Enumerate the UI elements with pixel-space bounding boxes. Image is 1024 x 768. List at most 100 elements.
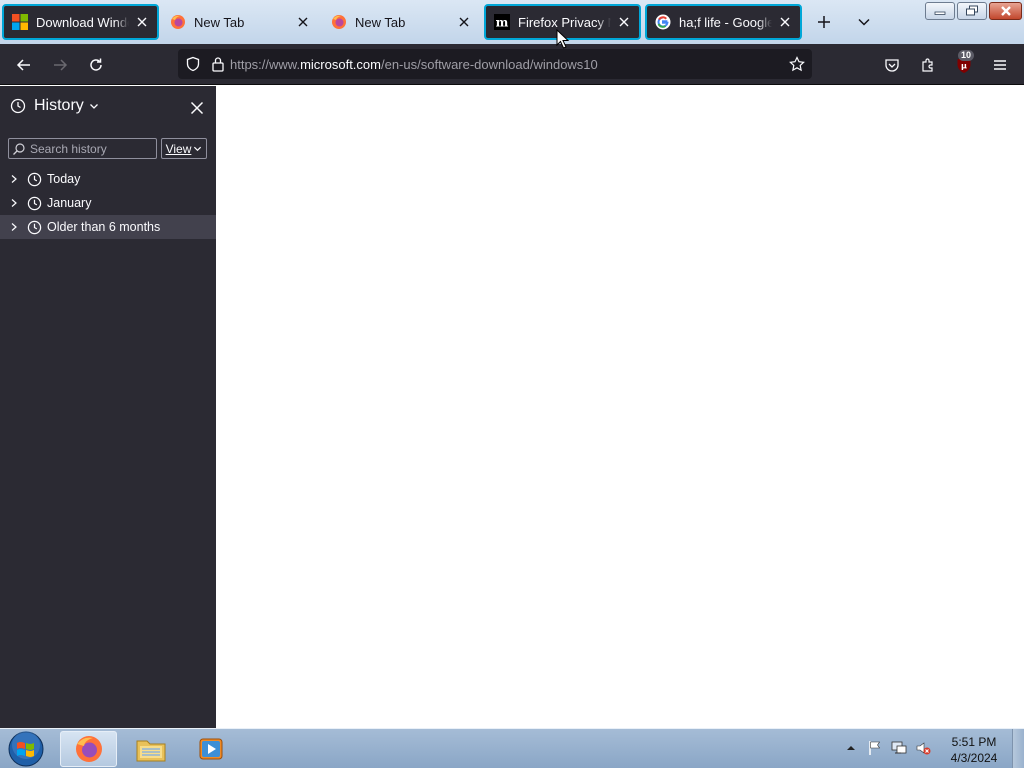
forward-button[interactable] [45, 50, 75, 80]
firefox-icon [75, 736, 102, 762]
history-group-label: Older than 6 months [47, 220, 161, 234]
history-sidebar: History View Today January Older than 6 … [0, 86, 216, 728]
expand-chevron-icon[interactable] [10, 174, 20, 184]
pocket-icon [885, 59, 899, 72]
arrow-right-icon [54, 59, 68, 71]
menu-button[interactable] [985, 50, 1015, 80]
tab-strip: Download Windows 10 New Tab New Tab m Fi… [0, 0, 1024, 44]
firefox-icon [170, 14, 186, 30]
windows-taskbar: 5:51 PM 4/3/2024 [0, 728, 1024, 768]
clock-icon [10, 98, 26, 114]
extensions-count-badge: 10 [958, 50, 975, 61]
clock-icon [26, 219, 42, 235]
firefox-icon [331, 14, 347, 30]
hamburger-menu-icon [994, 60, 1006, 70]
minimize-button[interactable] [925, 2, 955, 20]
url-text[interactable]: https://www.microsoft.com/en-us/software… [230, 57, 782, 72]
sidebar-title: History [34, 97, 84, 114]
taskbar-file-explorer[interactable] [122, 731, 179, 767]
url-prefix: https://www. [230, 56, 301, 72]
new-tab-button[interactable] [810, 8, 838, 36]
network-icon[interactable] [890, 739, 908, 757]
sidebar-switcher[interactable]: History [10, 97, 99, 115]
show-hidden-icons-button[interactable] [842, 739, 860, 757]
google-g-icon [655, 14, 671, 30]
tab-new-tab-1[interactable]: New Tab [162, 4, 318, 40]
clock-icon [26, 171, 42, 187]
clock-date: 4/3/2024 [950, 751, 998, 765]
list-all-tabs-button[interactable] [850, 8, 878, 36]
tab-new-tab-2[interactable]: New Tab [323, 4, 479, 40]
history-group-today[interactable]: Today [0, 167, 216, 191]
close-tab-icon[interactable] [133, 13, 151, 31]
show-desktop-button[interactable] [1012, 729, 1024, 768]
close-sidebar-button[interactable] [186, 97, 208, 119]
history-group-label: Today [47, 172, 81, 186]
close-tab-icon[interactable] [615, 13, 633, 31]
tracking-protection-shield-icon[interactable] [178, 49, 208, 79]
page-content-area[interactable] [216, 86, 1024, 728]
chevron-down-icon [858, 18, 870, 26]
windows-start-orb-icon [8, 731, 44, 767]
expand-chevron-icon[interactable] [10, 198, 20, 208]
taskbar-clock[interactable]: 5:51 PM 4/3/2024 [940, 734, 1008, 766]
close-icon [1000, 6, 1011, 16]
pocket-button[interactable] [877, 50, 907, 80]
minimize-icon [934, 11, 946, 15]
url-path: /en-us/software-download/windows10 [380, 56, 598, 72]
reload-button[interactable] [81, 50, 111, 80]
history-group-older-than-6-months[interactable]: Older than 6 months [0, 215, 216, 239]
taskbar-firefox[interactable] [60, 731, 117, 767]
search-history-field[interactable] [8, 138, 157, 159]
restore-button[interactable] [957, 2, 987, 20]
expand-chevron-icon[interactable] [10, 222, 20, 232]
bookmark-star-icon[interactable] [782, 49, 812, 79]
reload-icon [90, 58, 102, 71]
tab-title: ha;f life - Google Search [679, 14, 772, 30]
view-label: View [165, 141, 192, 156]
url-host: microsoft.com [300, 56, 381, 72]
history-group-label: January [47, 196, 92, 210]
svg-text:μ: μ [961, 62, 967, 71]
close-tab-icon[interactable] [776, 13, 794, 31]
history-tree: Today January Older than 6 months [0, 167, 216, 239]
history-group-january[interactable]: January [0, 191, 216, 215]
restore-icon [966, 5, 978, 16]
search-history-input[interactable] [30, 141, 150, 156]
close-icon [190, 101, 204, 115]
navigation-toolbar: https://www.microsoft.com/en-us/software… [0, 44, 1024, 85]
mouse-cursor-icon [556, 29, 570, 49]
plus-icon [818, 16, 830, 28]
start-button[interactable] [6, 730, 46, 768]
close-window-button[interactable] [989, 2, 1022, 20]
arrow-left-icon [16, 59, 30, 71]
back-button[interactable] [9, 50, 39, 80]
tab-google-search[interactable]: ha;f life - Google Search [645, 4, 802, 40]
taskbar-media-player[interactable] [182, 731, 239, 767]
clock-time: 5:51 PM [951, 735, 997, 749]
clock-icon [26, 195, 42, 211]
puzzle-icon [922, 58, 933, 72]
tab-title: Firefox Privacy Notice [518, 14, 611, 30]
action-center-flag-icon[interactable] [866, 739, 884, 757]
extensions-button[interactable] [913, 50, 943, 80]
tab-download-windows[interactable]: Download Windows 10 [2, 4, 159, 40]
volume-muted-icon[interactable] [914, 739, 932, 757]
view-menu-button[interactable]: View [161, 138, 207, 159]
chevron-up-icon [847, 746, 855, 750]
close-tab-icon[interactable] [455, 13, 473, 31]
sidebar-header: History [0, 86, 216, 130]
mozilla-m-icon: m [494, 14, 510, 30]
chevron-down-icon [194, 146, 202, 152]
search-icon [13, 142, 25, 155]
svg-text:m: m [496, 16, 509, 30]
lock-icon[interactable] [208, 49, 228, 79]
tab-title: New Tab [194, 14, 245, 30]
close-tab-icon[interactable] [294, 13, 312, 31]
windows-logo-icon [12, 14, 28, 30]
tab-title: New Tab [355, 14, 406, 30]
chevron-down-icon [89, 104, 98, 109]
url-bar[interactable]: https://www.microsoft.com/en-us/software… [178, 49, 812, 79]
media-player-icon [199, 738, 222, 760]
file-explorer-icon [136, 740, 165, 762]
